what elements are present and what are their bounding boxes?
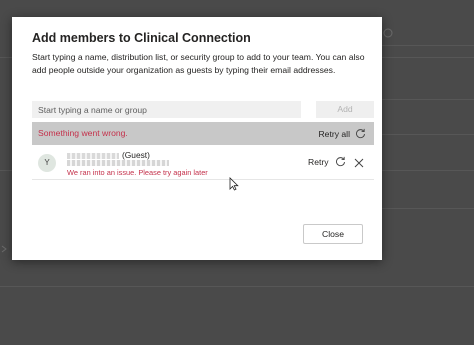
dialog-description: Start typing a name, distribution list, … xyxy=(32,52,365,75)
refresh-icon xyxy=(356,128,365,139)
redacted-email xyxy=(67,160,169,166)
info-icon xyxy=(383,28,393,38)
guest-label: (Guest) xyxy=(122,150,150,160)
avatar: Y xyxy=(38,154,56,172)
background-divider xyxy=(382,134,474,135)
member-row: Y (Guest) We ran into an issue. Please t… xyxy=(32,147,374,180)
close-icon[interactable] xyxy=(352,156,366,170)
retry-all-label: Retry all xyxy=(318,128,350,139)
background-icon xyxy=(1,245,7,253)
retry-label: Retry xyxy=(308,156,329,167)
add-members-dialog: Add members to Clinical Connection Start… xyxy=(12,17,382,260)
refresh-icon xyxy=(335,156,345,167)
member-retry-button[interactable]: Retry xyxy=(308,156,346,167)
mouse-cursor-icon xyxy=(229,177,239,191)
member-error-message: We ran into an issue. Please try again l… xyxy=(67,168,208,177)
background-divider xyxy=(382,208,474,209)
add-button[interactable]: Add xyxy=(316,101,374,118)
background-divider xyxy=(382,45,474,46)
member-name: (Guest) xyxy=(67,150,150,160)
error-message: Something went wrong. xyxy=(38,128,128,138)
redacted-name xyxy=(67,152,119,159)
close-button[interactable]: Close xyxy=(303,224,363,244)
error-banner: Something went wrong. Retry all xyxy=(32,122,374,145)
background-divider xyxy=(0,286,474,287)
background-divider xyxy=(382,99,474,100)
dialog-title: Add members to Clinical Connection xyxy=(32,31,251,45)
retry-all-button[interactable]: Retry all xyxy=(318,126,366,141)
member-search-input[interactable] xyxy=(32,101,301,118)
